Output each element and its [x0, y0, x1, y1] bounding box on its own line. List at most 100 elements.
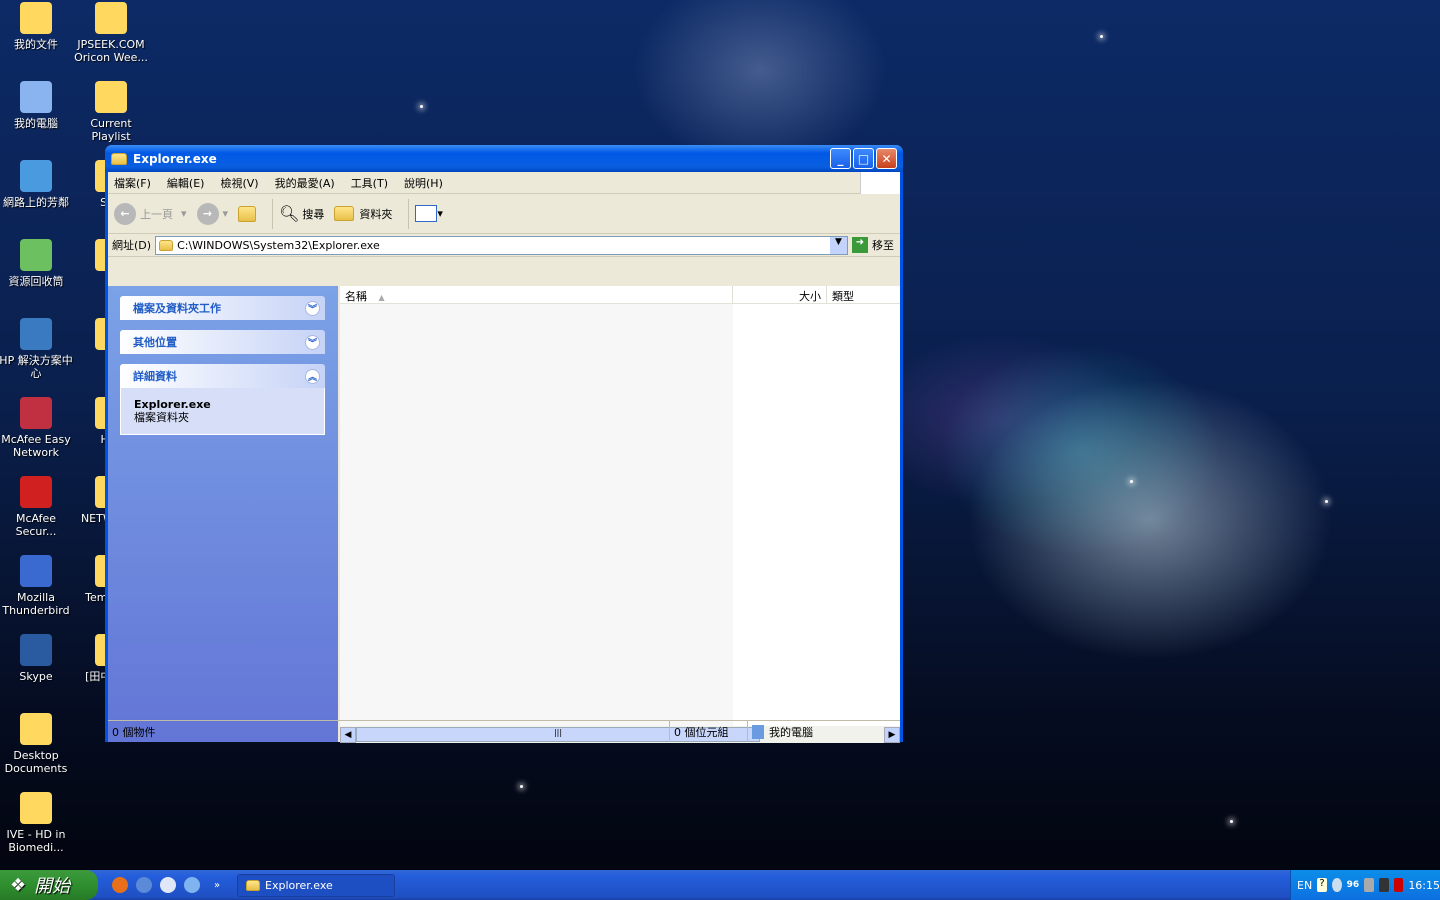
- panel-header[interactable]: 其他位置 ︾: [120, 330, 325, 354]
- menu-tools[interactable]: 工具(T): [351, 175, 388, 191]
- panel-title: 詳細資料: [133, 370, 177, 383]
- thunderbird-icon[interactable]: [136, 877, 152, 893]
- shortcut-icon: [20, 239, 52, 271]
- forward-button[interactable]: → ▾: [196, 202, 228, 225]
- taskbar: ❖ 開始 »: [0, 870, 1440, 900]
- desktop-icon[interactable]: Desktop Documents: [0, 711, 74, 775]
- shortcut-icon: [20, 713, 52, 745]
- desktop-icon[interactable]: Mozilla Thunderbird: [0, 553, 74, 617]
- back-label: 上一頁: [140, 207, 173, 221]
- shortcut-icon: [20, 318, 52, 350]
- taskbar-item-explorer[interactable]: Explorer.exe: [237, 874, 395, 897]
- maximize-button[interactable]: □: [853, 148, 874, 169]
- menu-view[interactable]: 檢視(V): [220, 175, 258, 191]
- address-dropdown[interactable]: ▼: [830, 236, 847, 254]
- star: [420, 105, 423, 108]
- menu-file[interactable]: 檔案(F): [114, 175, 151, 191]
- shortcut-icon: [95, 81, 127, 113]
- close-button[interactable]: ✕: [876, 148, 897, 169]
- chevron-left-icon[interactable]: [1331, 878, 1342, 892]
- folders-icon: [334, 206, 355, 221]
- menu-help[interactable]: 說明(H): [404, 175, 443, 191]
- desktop-icon[interactable]: McAfee Secur...: [0, 474, 74, 538]
- star: [1230, 820, 1233, 823]
- file-list[interactable]: 名稱 ▲ 大小 類型: [340, 286, 900, 726]
- folders-label: 資料夾: [359, 207, 393, 221]
- star: [1130, 480, 1133, 483]
- desktop-icon-label: 我的電腦: [14, 117, 58, 130]
- panel-header[interactable]: 詳細資料 ︽: [120, 364, 325, 388]
- go-arrow-icon: ➜: [852, 237, 868, 253]
- menu-favorites[interactable]: 我的最愛(A): [275, 175, 335, 191]
- system-tray: EN ? 96 16:15: [1290, 870, 1440, 900]
- drive-icon[interactable]: [1364, 878, 1374, 892]
- desktop-icon[interactable]: 我的電腦: [0, 79, 74, 130]
- desktop-icon-label: 網路上的芳鄰: [3, 196, 69, 209]
- language-indicator[interactable]: EN: [1297, 879, 1312, 892]
- star: [1325, 500, 1328, 503]
- desktop-icon[interactable]: HP 解決方案中心: [0, 316, 74, 380]
- menu-bar: 檔案(F) 編輯(E) 檢視(V) 我的最愛(A) 工具(T) 說明(H): [108, 171, 900, 194]
- views-icon: [415, 205, 438, 222]
- tray-meter[interactable]: 96: [1347, 880, 1360, 890]
- desktop-icon[interactable]: Skype: [0, 632, 74, 683]
- desktop-icon[interactable]: 我的文件: [0, 0, 74, 51]
- desktop-icon-label: McAfee Secur...: [15, 512, 57, 538]
- shortcut-icon: [20, 555, 52, 587]
- desktop-icon-label: JPSEEK.COM Oricon Wee...: [74, 38, 148, 64]
- windows-logo-icon: ❖: [10, 874, 27, 896]
- chevron-down-icon[interactable]: ︾: [305, 334, 320, 350]
- shortcut-icon: [20, 2, 52, 34]
- desktop-icon-label: 資源回收筒: [8, 275, 64, 288]
- desktop-icon[interactable]: JPSEEK.COM Oricon Wee...: [73, 0, 149, 64]
- windows-logo-icon: [860, 171, 900, 194]
- folder-icon: [159, 239, 174, 251]
- search-button[interactable]: 🔍︎ 搜尋: [279, 204, 324, 223]
- views-button[interactable]: ▾: [415, 205, 443, 222]
- up-folder-button[interactable]: [238, 205, 257, 222]
- shortcut-icon: [20, 81, 52, 113]
- status-location: 我的電腦: [769, 725, 813, 739]
- title-bar[interactable]: Explorer.exe _ □ ✕: [105, 145, 903, 172]
- media-player-icon[interactable]: [160, 877, 176, 893]
- start-button[interactable]: ❖ 開始: [0, 870, 98, 900]
- desktop-icon[interactable]: 網路上的芳鄰: [0, 158, 74, 209]
- desktop-icon[interactable]: Current Playlist: [73, 79, 149, 143]
- shortcut-icon: [20, 476, 52, 508]
- shortcut-icon: [20, 792, 52, 824]
- chevron-up-icon[interactable]: ︽: [305, 368, 320, 384]
- details-type: 檔案資料夾: [134, 411, 189, 424]
- panel-details: 詳細資料 ︽ Explorer.exe 檔案資料夾: [120, 364, 325, 435]
- menu-edit[interactable]: 編輯(E): [167, 175, 205, 191]
- back-arrow-icon: ←: [114, 202, 136, 225]
- desktop-icon[interactable]: 資源回收筒: [0, 237, 74, 288]
- chevron-down-icon[interactable]: ︾: [305, 300, 320, 316]
- address-label: 網址(D): [112, 239, 152, 252]
- up-folder-icon: [238, 205, 257, 222]
- desktop-icon[interactable]: IVE - HD in Biomedi...: [0, 790, 74, 854]
- minimize-button[interactable]: _: [830, 148, 851, 169]
- firefox-icon[interactable]: [112, 877, 128, 893]
- shortcut-icon: [20, 160, 52, 192]
- search-label: 搜尋: [302, 207, 325, 221]
- panel-header[interactable]: 檔案及資料夾工作 ︾: [120, 296, 325, 320]
- go-button[interactable]: ➜ 移至: [852, 237, 894, 253]
- quicklaunch-expand[interactable]: »: [214, 880, 220, 891]
- column-label: 名稱: [345, 290, 367, 303]
- device-icon[interactable]: [1378, 878, 1389, 892]
- mcafee-icon[interactable]: [1393, 878, 1404, 892]
- help-icon[interactable]: ?: [1317, 878, 1327, 892]
- column-name[interactable]: 名稱 ▲: [340, 286, 733, 303]
- desktop-icon-label: Current Playlist: [90, 117, 132, 143]
- folders-button[interactable]: 資料夾: [334, 206, 392, 222]
- column-size[interactable]: 大小: [733, 286, 827, 303]
- address-input[interactable]: C:\WINDOWS\System32\Explorer.exe ▼: [155, 235, 848, 255]
- desktop-icon[interactable]: McAfee Easy Network: [0, 395, 74, 459]
- back-button[interactable]: ← 上一頁 ▾: [114, 202, 187, 225]
- go-label: 移至: [872, 239, 894, 252]
- clock[interactable]: 16:15: [1408, 879, 1440, 892]
- panel-title: 其他位置: [133, 336, 177, 349]
- column-type[interactable]: 類型: [827, 286, 900, 303]
- forward-arrow-icon: →: [196, 202, 219, 225]
- ie-icon[interactable]: [184, 877, 200, 893]
